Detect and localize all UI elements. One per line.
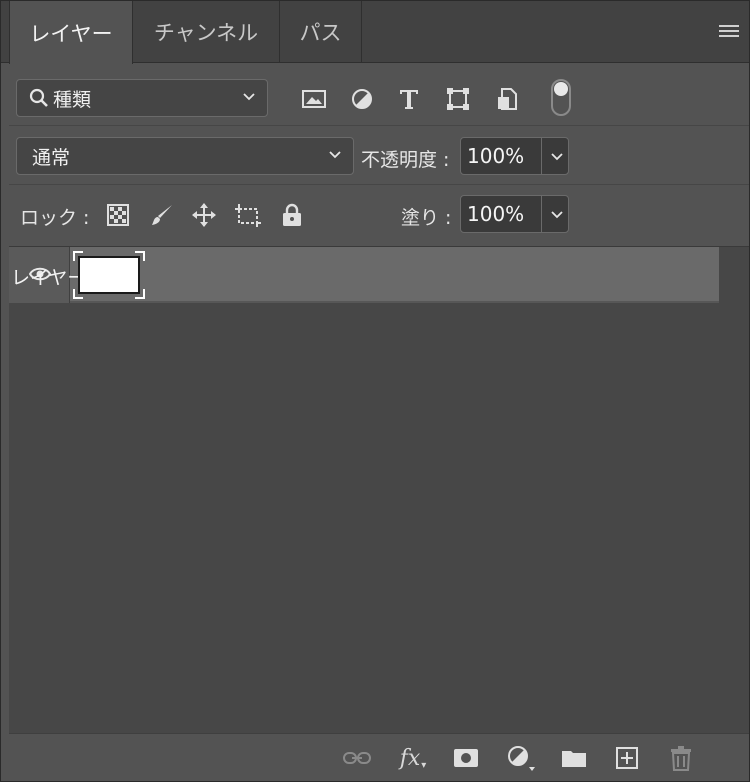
link-layers-icon[interactable]	[343, 744, 371, 772]
opacity-value[interactable]: 100%	[461, 144, 541, 168]
smart-object-filter-icon[interactable]	[494, 86, 520, 112]
tab-layers[interactable]: レイヤー	[9, 1, 133, 64]
lock-transparency-icon[interactable]	[105, 202, 131, 228]
image-filter-icon[interactable]	[301, 86, 327, 112]
fill-label: 塗り :	[401, 207, 452, 229]
type-filter-icon[interactable]	[396, 86, 422, 112]
panel-bottom-toolbar: fx ▾	[9, 733, 749, 781]
layer-style-fx-icon[interactable]: fx ▾	[399, 744, 427, 772]
delete-layer-trash-icon[interactable]	[667, 744, 695, 772]
adjustment-filter-icon[interactable]	[349, 86, 375, 112]
lock-artboard-icon[interactable]	[235, 202, 261, 228]
lock-row: ロック : 塗り: 100%	[9, 186, 749, 246]
blend-mode-dropdown[interactable]: 通常	[16, 137, 354, 175]
opacity-label: 不透明度 :	[361, 149, 450, 171]
chevron-down-icon	[329, 151, 341, 159]
layer-list: レイヤー 0	[9, 246, 749, 733]
blend-mode-label: 通常	[32, 146, 71, 169]
shape-filter-icon[interactable]	[445, 86, 471, 112]
tab-paths[interactable]: パス	[280, 1, 362, 63]
lock-position-move-icon[interactable]	[191, 202, 217, 228]
lock-pixels-brush-icon[interactable]	[149, 202, 175, 228]
chevron-down-icon[interactable]	[549, 206, 565, 222]
layer-row[interactable]: レイヤー 0	[9, 247, 719, 303]
new-group-folder-icon[interactable]	[560, 744, 588, 772]
add-mask-icon[interactable]	[452, 744, 480, 772]
new-adjustment-layer-icon[interactable]	[507, 744, 535, 772]
lock-all-padlock-icon[interactable]	[279, 202, 305, 228]
tab-bar: レイヤー チャンネル パス	[1, 1, 749, 64]
filter-row: 種類	[9, 64, 749, 126]
filter-toggle[interactable]	[551, 79, 571, 116]
layers-panel: レイヤー チャンネル パス 種類 通常 不透明度: 100% ロック: 塗り…	[0, 0, 750, 782]
fill-value[interactable]: 100%	[461, 202, 541, 226]
filter-kind-label: 種類	[53, 88, 92, 111]
new-layer-icon[interactable]	[613, 744, 641, 772]
layer-thumbnail[interactable]	[73, 251, 145, 299]
search-icon	[29, 88, 48, 107]
fill-field[interactable]: 100%	[460, 195, 569, 233]
blend-row: 通常 不透明度 : 100%	[9, 127, 749, 185]
panel-menu-icon[interactable]	[719, 25, 739, 39]
tab-channels[interactable]: チャンネル	[133, 1, 280, 63]
lock-label: ロック :	[20, 207, 90, 229]
chevron-down-icon[interactable]	[549, 148, 565, 164]
filter-kind-dropdown[interactable]: 種類	[16, 79, 268, 117]
opacity-field[interactable]: 100%	[460, 137, 569, 175]
chevron-down-icon	[243, 93, 255, 101]
